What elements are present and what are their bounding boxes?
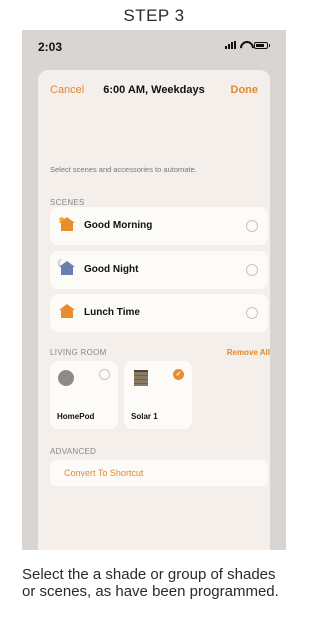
scene-radio[interactable] <box>246 307 258 319</box>
scene-good-night[interactable]: ☾ Good Night <box>50 251 268 289</box>
shortcut-label: Convert To Shortcut <box>64 468 144 478</box>
accessory-solar-1[interactable]: ✓ Solar 1 <box>124 361 192 429</box>
done-button[interactable]: Done <box>231 84 259 96</box>
step-title: STEP 3 <box>123 6 185 25</box>
scene-good-morning[interactable]: ✹ Good Morning <box>50 207 268 245</box>
accessory-radio[interactable] <box>99 369 110 380</box>
scenes-section-label: SCENES <box>50 198 85 207</box>
status-time: 2:03 <box>38 40 63 54</box>
scene-label: Good Morning <box>84 220 153 231</box>
moon-house-icon: ☾ <box>57 259 76 279</box>
remove-all-button[interactable]: Remove All <box>227 348 270 357</box>
accessory-homepod[interactable]: HomePod <box>50 361 118 429</box>
convert-to-shortcut-button[interactable]: Convert To Shortcut <box>50 460 268 486</box>
status-icons <box>225 41 270 49</box>
scene-radio[interactable] <box>246 220 258 232</box>
nav-bar: Cancel 6:00 AM, Weekdays Done <box>38 70 270 112</box>
advanced-section-label: ADVANCED <box>50 447 97 456</box>
phone-screenshot: 2:03 Cancel 6:00 AM, Weekdays Done Selec… <box>22 30 286 550</box>
caption-text: Select the a shade or group of shades or… <box>22 566 279 600</box>
battery-icon <box>254 41 270 49</box>
instruction-text: Select scenes and accessories to automat… <box>50 165 197 174</box>
scene-lunch-time[interactable]: Lunch Time <box>50 294 268 332</box>
checkmark-icon[interactable]: ✓ <box>173 369 184 380</box>
accessory-label: HomePod <box>57 412 95 421</box>
homepod-icon <box>58 370 74 386</box>
house-icon <box>58 304 76 322</box>
scene-label: Good Night <box>84 264 139 275</box>
automation-sheet: Cancel 6:00 AM, Weekdays Done Select sce… <box>38 70 270 550</box>
signal-icon <box>225 41 236 49</box>
scene-radio[interactable] <box>246 264 258 276</box>
accessory-label: Solar 1 <box>131 412 158 421</box>
sun-house-icon: ✹ <box>58 216 76 235</box>
status-bar: 2:03 <box>22 30 286 64</box>
scene-label: Lunch Time <box>84 307 140 318</box>
room-section-label: LIVING ROOM <box>50 348 107 357</box>
wifi-icon <box>240 41 250 49</box>
window-shade-icon <box>134 370 148 386</box>
